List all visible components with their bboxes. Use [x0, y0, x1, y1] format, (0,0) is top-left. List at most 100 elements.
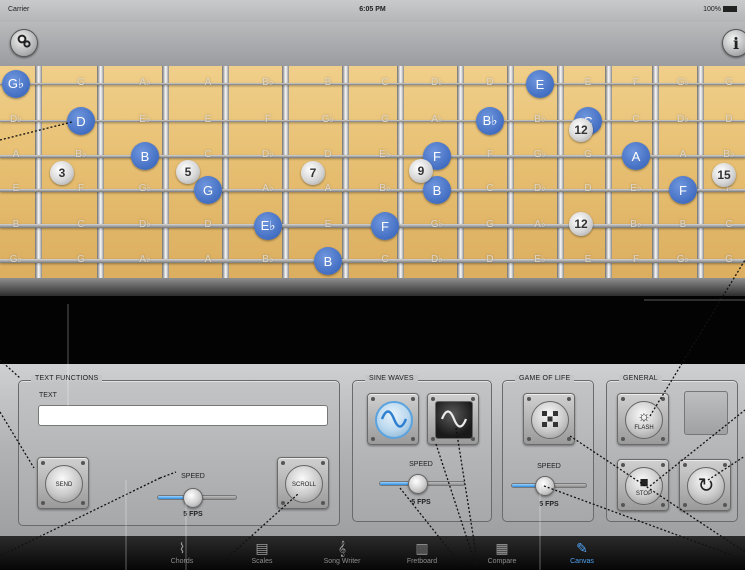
- note-label[interactable]: E♭: [128, 114, 162, 125]
- note-label[interactable]: B♭: [712, 149, 745, 160]
- note-label[interactable]: F: [251, 114, 285, 125]
- note-label[interactable]: D♭: [666, 114, 700, 125]
- highlighted-note[interactable]: D: [67, 107, 95, 135]
- scroll-button[interactable]: SCROLL: [277, 457, 329, 509]
- note-label[interactable]: A♭: [128, 77, 162, 88]
- note-label[interactable]: E: [571, 254, 605, 265]
- tab-song-writer[interactable]: 𝄞 Song Writer: [302, 536, 382, 570]
- note-label[interactable]: G♭: [523, 149, 557, 160]
- note-label[interactable]: B♭: [64, 149, 98, 160]
- note-label[interactable]: E: [311, 219, 345, 230]
- note-label[interactable]: B: [0, 219, 33, 230]
- reset-button[interactable]: ↻: [679, 459, 731, 511]
- note-label[interactable]: E: [571, 77, 605, 88]
- note-label[interactable]: A♭: [420, 114, 454, 125]
- note-label[interactable]: A: [666, 149, 700, 160]
- note-label[interactable]: B: [311, 77, 345, 88]
- tab-compare[interactable]: ▦ Compare: [462, 536, 542, 570]
- text-speed-thumb[interactable]: [183, 488, 204, 508]
- info-button[interactable]: i: [722, 29, 745, 57]
- note-label[interactable]: D: [191, 219, 225, 230]
- sine-wave-2-button[interactable]: [427, 393, 479, 445]
- note-label[interactable]: B♭: [251, 77, 285, 88]
- note-label[interactable]: A: [191, 254, 225, 265]
- note-label[interactable]: E♭: [619, 183, 653, 194]
- note-label[interactable]: B♭: [523, 114, 557, 125]
- text-input[interactable]: [38, 405, 328, 426]
- sine-speed-slider[interactable]: [379, 474, 465, 494]
- highlighted-note[interactable]: G: [194, 176, 222, 204]
- note-label[interactable]: D: [571, 183, 605, 194]
- highlighted-note[interactable]: B: [131, 142, 159, 170]
- settings-button[interactable]: [10, 29, 38, 57]
- note-label[interactable]: G: [473, 219, 507, 230]
- note-label[interactable]: F: [619, 77, 653, 88]
- highlighted-note[interactable]: F: [669, 176, 697, 204]
- note-label[interactable]: C: [368, 77, 402, 88]
- life-speed-slider[interactable]: [511, 476, 587, 496]
- highlighted-note[interactable]: B♭: [476, 107, 504, 135]
- note-label[interactable]: G: [712, 254, 745, 265]
- note-label[interactable]: C: [191, 149, 225, 160]
- highlighted-note[interactable]: B: [314, 247, 342, 275]
- sine-speed-thumb[interactable]: [407, 474, 428, 494]
- note-label[interactable]: F: [473, 149, 507, 160]
- tab-fretboard[interactable]: ▥ Fretboard: [382, 536, 462, 570]
- sine-wave-1-button[interactable]: [367, 393, 419, 445]
- note-label[interactable]: A♭: [128, 254, 162, 265]
- note-label[interactable]: B♭: [251, 254, 285, 265]
- note-label[interactable]: F: [619, 254, 653, 265]
- note-label[interactable]: E♭: [523, 254, 557, 265]
- fretboard[interactable]: G A♭ A B♭ B C D♭ D E F G♭ G D♭ E♭ E F G♭ G A♭ B♭ C D♭ D A B♭ C D♭ D…: [0, 66, 745, 278]
- note-label[interactable]: D: [311, 149, 345, 160]
- note-label[interactable]: A♭: [251, 183, 285, 194]
- note-label[interactable]: E: [0, 183, 33, 194]
- tab-canvas[interactable]: ✎ Canvas: [542, 536, 622, 570]
- note-label[interactable]: G♭: [420, 219, 454, 230]
- note-label[interactable]: D: [473, 77, 507, 88]
- tab-scales[interactable]: ▤ Scales: [222, 536, 302, 570]
- note-label[interactable]: G♭: [666, 254, 700, 265]
- note-label[interactable]: G♭: [0, 254, 33, 265]
- life-speed-thumb[interactable]: [535, 476, 556, 496]
- note-label[interactable]: G: [571, 149, 605, 160]
- note-label[interactable]: G: [64, 254, 98, 265]
- highlighted-note[interactable]: A: [622, 142, 650, 170]
- note-label[interactable]: B♭: [368, 183, 402, 194]
- highlighted-note[interactable]: F: [371, 212, 399, 240]
- note-label[interactable]: E: [191, 114, 225, 125]
- note-label[interactable]: D♭: [128, 219, 162, 230]
- note-label[interactable]: C: [64, 219, 98, 230]
- note-label[interactable]: C: [473, 183, 507, 194]
- note-label[interactable]: C: [712, 219, 745, 230]
- note-label[interactable]: G: [712, 77, 745, 88]
- flash-button[interactable]: ☼ FLASH: [617, 393, 669, 445]
- note-label[interactable]: D: [473, 254, 507, 265]
- note-label[interactable]: D♭: [251, 149, 285, 160]
- note-label[interactable]: D: [712, 114, 745, 125]
- note-label[interactable]: D♭: [420, 254, 454, 265]
- stop-button[interactable]: ■ STOP: [617, 459, 669, 511]
- note-label[interactable]: C: [619, 114, 653, 125]
- highlighted-note[interactable]: G♭: [2, 70, 30, 98]
- note-label[interactable]: D♭: [0, 114, 33, 125]
- send-button[interactable]: SEND: [37, 457, 89, 509]
- note-label[interactable]: B: [666, 219, 700, 230]
- game-of-life-button[interactable]: [523, 393, 575, 445]
- note-label[interactable]: A: [311, 183, 345, 194]
- note-label[interactable]: F: [64, 183, 98, 194]
- note-label[interactable]: D♭: [523, 183, 557, 194]
- highlighted-note[interactable]: E: [526, 70, 554, 98]
- note-label[interactable]: G: [368, 114, 402, 125]
- note-label[interactable]: G♭: [311, 114, 345, 125]
- note-label[interactable]: E♭: [368, 149, 402, 160]
- text-speed-slider[interactable]: [157, 488, 237, 508]
- tab-chords[interactable]: ⌇ Chords: [142, 536, 222, 570]
- note-label[interactable]: G♭: [666, 77, 700, 88]
- note-label[interactable]: A♭: [523, 219, 557, 230]
- note-label[interactable]: G: [64, 77, 98, 88]
- highlighted-note[interactable]: E♭: [254, 212, 282, 240]
- note-label[interactable]: C: [368, 254, 402, 265]
- note-label[interactable]: A: [191, 77, 225, 88]
- note-label[interactable]: A: [0, 149, 33, 160]
